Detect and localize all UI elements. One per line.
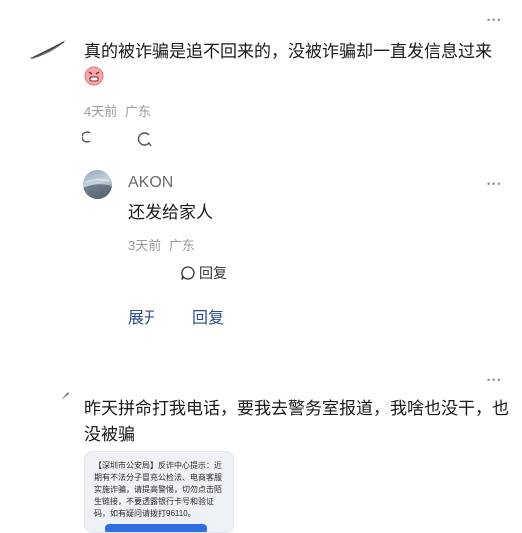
angry-face-emoji xyxy=(84,66,104,86)
reply-icon[interactable] xyxy=(137,131,153,147)
user-avatar-small[interactable] xyxy=(60,391,70,401)
comment-location: 广东 xyxy=(124,104,151,119)
reply-label: 回复 xyxy=(199,265,227,281)
more-options-icon[interactable] xyxy=(487,178,502,189)
more-options-icon[interactable] xyxy=(487,14,502,25)
reply-button[interactable]: 回复 xyxy=(180,263,227,283)
expand-replies-link[interactable]: 展开 xyxy=(128,304,154,328)
reply-text: 还发给家人 xyxy=(128,203,213,222)
user-avatar[interactable] xyxy=(83,170,112,199)
thread-reply-label: 回复 xyxy=(192,310,225,327)
reply-time: 3天前 xyxy=(128,238,162,253)
reply-meta: 3天前 广东 xyxy=(128,235,195,254)
comment-time: 4天前 xyxy=(84,104,118,119)
image-sms-text: 【深圳市公安局】反诈中心提示：近期有不法分子冒充公检法、电商客服实施诈骗，请提高… xyxy=(94,461,222,518)
comment-text: 真的被诈骗是追不回来的，没被诈骗却一直发信息过来 xyxy=(84,42,492,61)
comment-meta: 4天前 广东 xyxy=(84,101,151,120)
comment-text: 昨天拼命打我电话，要我去警务室报道，我啥也没干，也没被骗 xyxy=(84,399,509,444)
collapse-reply-link[interactable]: 回复 xyxy=(192,304,224,328)
reply-location: 广东 xyxy=(168,238,195,253)
reply-username[interactable]: AKON xyxy=(128,174,173,192)
comment-image-thumbnail[interactable]: 【深圳市公安局】反诈中心提示：近期有不法分子冒充公检法、电商客服实施诈骗，请提高… xyxy=(84,451,234,533)
like-icon[interactable] xyxy=(81,130,92,144)
comment-bubble-icon xyxy=(181,266,195,280)
user-avatar-feather[interactable] xyxy=(28,38,70,60)
image-button-bar xyxy=(105,524,207,532)
more-options-icon[interactable] xyxy=(487,374,502,385)
